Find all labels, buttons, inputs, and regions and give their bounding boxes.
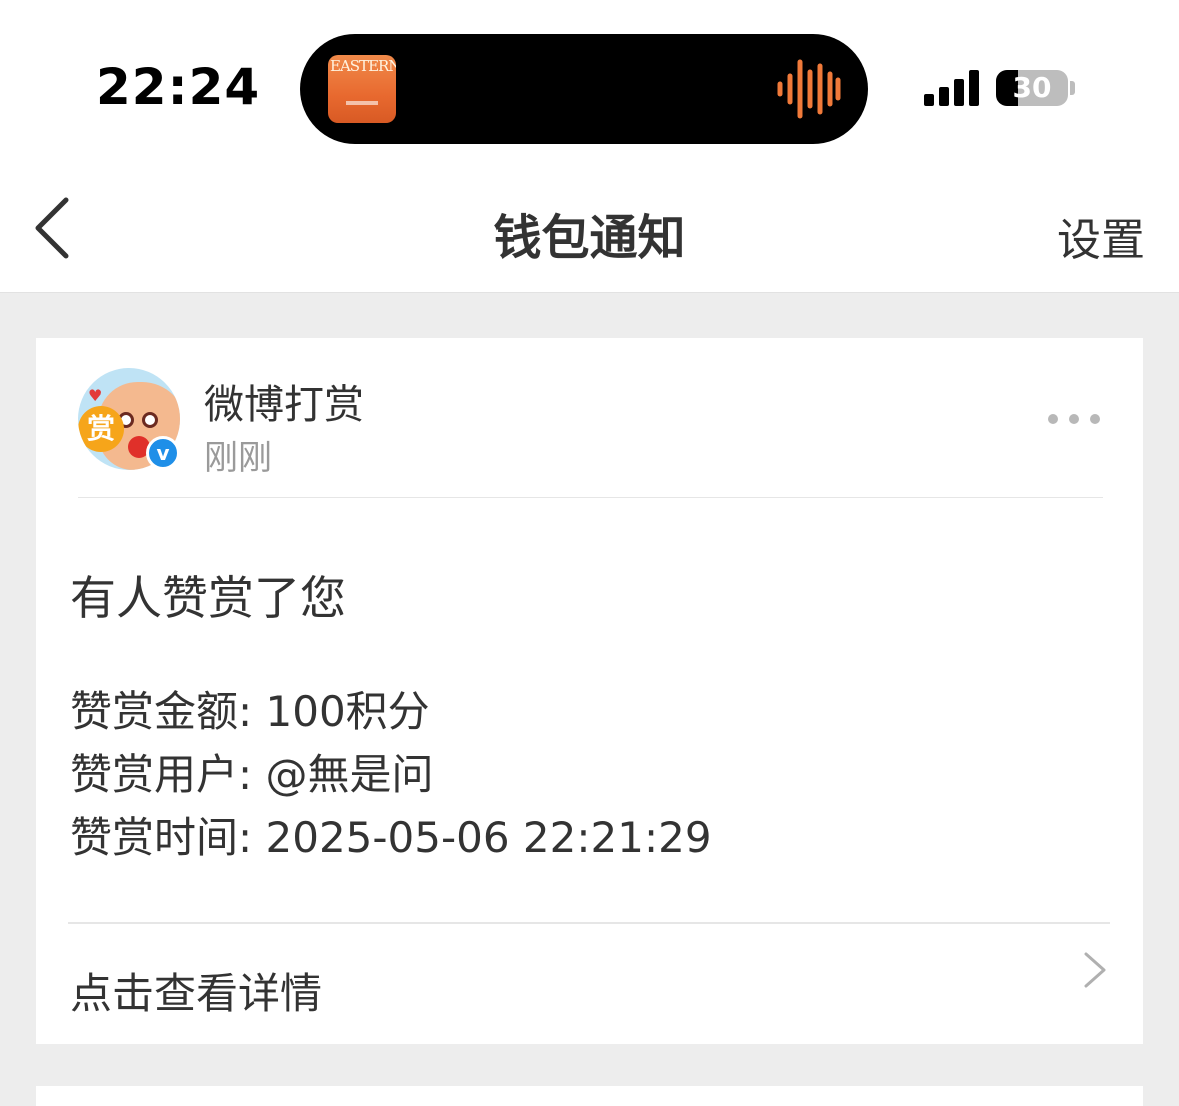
view-details-label: 点击查看详情	[70, 969, 323, 1018]
reward-amount: 赞赏金额: 100积分	[70, 687, 430, 736]
reward-badge: 赏	[78, 406, 124, 452]
status-time: 22:24	[96, 58, 261, 116]
battery-icon: 30	[996, 70, 1068, 106]
avatar-eye	[142, 412, 158, 428]
notification-card: ♥ 赏 v 微博打赏 刚刚 有人赞赏了您 赞赏金额: 100积分 赞赏用户: @…	[36, 338, 1143, 1044]
verified-icon: v	[146, 436, 180, 470]
notification-title: 有人赞赏了您	[70, 571, 346, 625]
navigation-bar: 钱包通知 设置	[0, 160, 1179, 293]
page-title: 钱包通知	[493, 210, 686, 266]
status-bar: 22:24 EASTERN 30	[0, 0, 1179, 160]
dynamic-island[interactable]: EASTERN	[300, 34, 868, 144]
cellular-signal-icon	[924, 70, 979, 106]
divider	[78, 497, 1103, 498]
sender-name[interactable]: 微博打赏	[204, 372, 364, 430]
notification-time: 刚刚	[204, 438, 272, 478]
view-details-row[interactable]: 点击查看详情	[36, 924, 1143, 1044]
battery-percent: 30	[1012, 71, 1052, 104]
more-options-icon[interactable]	[1044, 408, 1104, 428]
reward-user: 赞赏用户: @無是问	[70, 750, 434, 799]
next-notification-card	[36, 1086, 1143, 1106]
settings-button[interactable]: 设置	[1057, 204, 1145, 268]
battery-tip	[1070, 81, 1075, 95]
now-playing-artwork: EASTERN	[328, 55, 396, 123]
reward-time: 赞赏时间: 2025-05-06 22:21:29	[70, 813, 712, 862]
artwork-text: EASTERN	[330, 57, 396, 75]
heart-icon: ♥	[88, 386, 103, 405]
chevron-right-icon	[1084, 952, 1106, 988]
audio-waveform-icon	[777, 59, 841, 119]
